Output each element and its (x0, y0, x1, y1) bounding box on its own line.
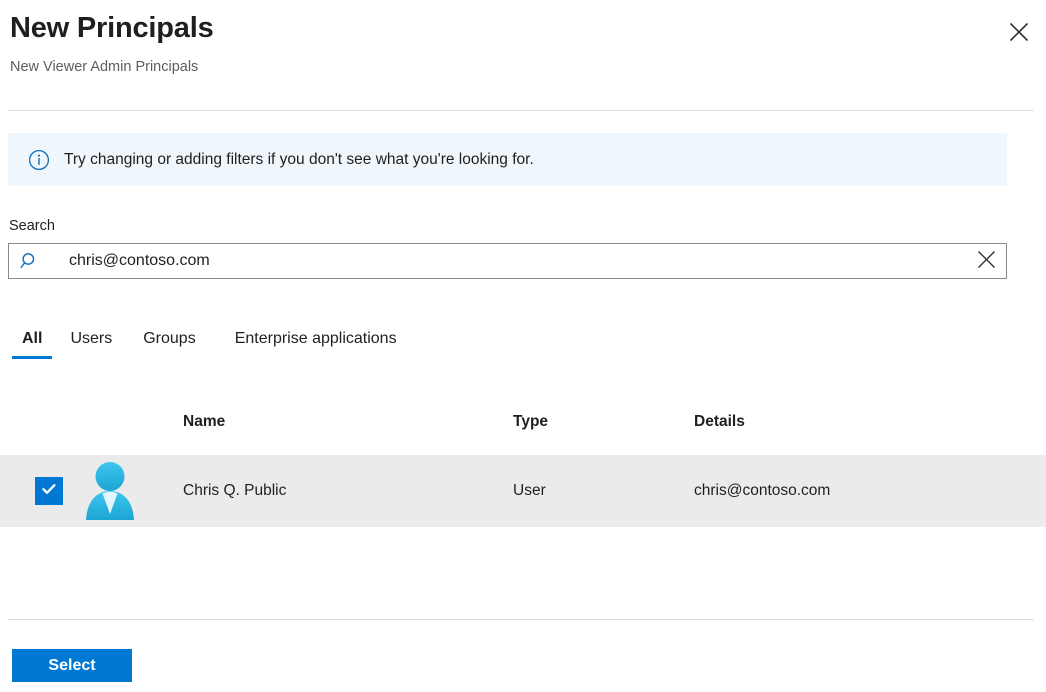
search-icon (13, 244, 47, 278)
new-principals-panel: New Principals New Viewer Admin Principa… (0, 0, 1046, 692)
info-circle-icon (28, 149, 50, 171)
close-button[interactable] (997, 10, 1041, 54)
cell-name: Chris Q. Public (183, 482, 513, 500)
principal-type-tabs: All Users Groups Enterprise applications (8, 324, 411, 364)
info-banner-text: Try changing or adding filters if you do… (64, 151, 534, 169)
user-avatar-icon (83, 460, 137, 522)
header-divider (8, 110, 1034, 111)
info-banner: Try changing or adding filters if you do… (8, 133, 1007, 186)
row-avatar-cell (83, 460, 183, 522)
search-input[interactable] (47, 252, 966, 270)
select-button[interactable]: Select (12, 649, 132, 682)
tab-groups[interactable]: Groups (126, 324, 212, 354)
checkmark-icon (40, 480, 58, 503)
row-select-cell (0, 477, 83, 505)
search-label: Search (9, 218, 55, 234)
clear-icon (977, 250, 996, 272)
close-icon (1009, 22, 1029, 42)
table-header-row: Name Type Details (0, 400, 1046, 444)
page-title: New Principals (10, 12, 214, 45)
page-subtitle: New Viewer Admin Principals (10, 59, 198, 75)
tab-enterprise-applications[interactable]: Enterprise applications (213, 324, 411, 354)
table-row[interactable]: Chris Q. Public User chris@contoso.com (0, 455, 1046, 527)
principals-table: Name Type Details (0, 400, 1046, 527)
tab-all[interactable]: All (8, 324, 56, 354)
column-header-details: Details (694, 413, 1046, 431)
cell-details: chris@contoso.com (694, 482, 1046, 500)
column-header-name: Name (183, 413, 513, 431)
clear-search-button[interactable] (966, 244, 1006, 278)
row-checkbox[interactable] (35, 477, 63, 505)
search-box[interactable] (8, 243, 1007, 279)
footer-divider (8, 619, 1034, 620)
column-header-type: Type (513, 413, 694, 431)
tab-users[interactable]: Users (56, 324, 126, 354)
cell-type: User (513, 482, 694, 500)
